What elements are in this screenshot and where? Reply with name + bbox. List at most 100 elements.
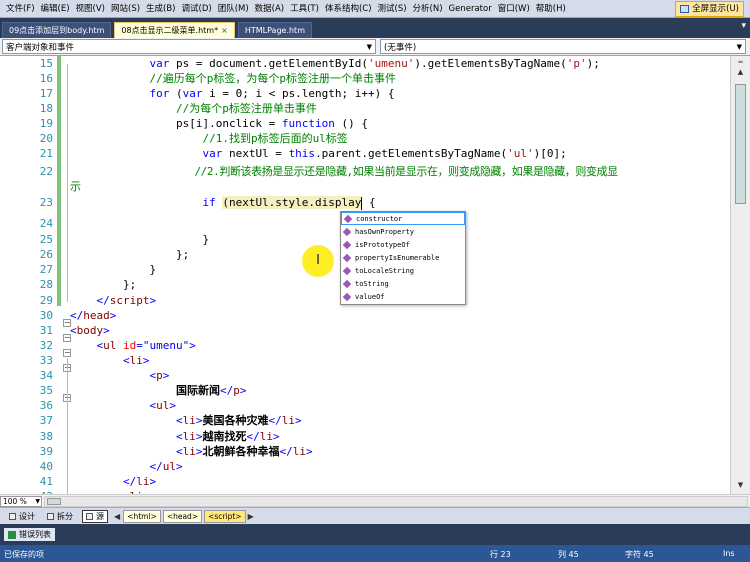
split-icon — [47, 512, 54, 520]
menu-edit[interactable]: 编辑(E) — [38, 0, 73, 18]
property-icon — [342, 227, 352, 236]
code-line-15: var ps = document.getElementById('umenu'… — [70, 57, 600, 70]
error-list-tab[interactable]: 错误列表 — [4, 528, 55, 541]
property-icon — [342, 266, 352, 275]
code-line-29: </script> — [70, 294, 157, 307]
completion-item-constructor[interactable]: constructor — [341, 212, 465, 225]
menu-test[interactable]: 测试(S) — [375, 0, 410, 18]
line-number: 18 — [39, 102, 53, 115]
mouse-cursor-highlight: I — [302, 245, 334, 277]
events-dropdown[interactable]: (无事件) ▼ — [380, 39, 746, 54]
tab-label: HTMLPage.htm — [244, 26, 305, 35]
code-line-23: if (nextUl.style.display { — [70, 196, 376, 210]
menu-data[interactable]: 数据(A) — [252, 0, 287, 18]
code-line-22: //2.判断该表扬是显示还是隐藏,如果当前是显示在，则变成隐藏，如果是隐藏，则变… — [70, 165, 618, 178]
crumb-prev-icon[interactable]: ◀ — [114, 512, 120, 521]
property-icon — [343, 214, 353, 223]
completion-item-hasownproperty[interactable]: hasOwnProperty — [341, 225, 465, 238]
completion-item-tolocalestring[interactable]: toLocaleString — [341, 264, 465, 277]
scroll-down-icon[interactable]: ▼ — [734, 481, 747, 492]
menu-debug[interactable]: 调试(D) — [179, 0, 215, 18]
error-list-icon — [8, 530, 16, 539]
menu-view[interactable]: 视图(V) — [73, 0, 108, 18]
menu-team[interactable]: 团队(M) — [215, 0, 252, 18]
close-icon[interactable]: × — [221, 26, 228, 35]
menu-bar: 文件(F) 编辑(E) 视图(V) 网站(S) 生成(B) 调试(D) 团队(M… — [0, 0, 750, 18]
tab-label: 09点击添加层到body.htm — [9, 26, 105, 35]
tab-08-active[interactable]: 08点击显示二级菜单.htm* × — [114, 22, 235, 38]
horizontal-scrollbar[interactable] — [44, 495, 748, 507]
line-number: 34 — [39, 369, 53, 382]
horizontal-scroll-area: 100 % ▼ — [0, 494, 750, 507]
menu-tools[interactable]: 工具(T) — [287, 0, 322, 18]
chevron-down-icon: ▼ — [736, 42, 742, 51]
line-number: 40 — [39, 460, 53, 473]
code-line-41: </li> — [70, 475, 157, 488]
code-line-16: //遍历每个p标签，为每个p标签注册一个单击事件 — [70, 72, 396, 85]
completion-item-propertyisenumerable[interactable]: propertyIsEnumerable — [341, 251, 465, 264]
fullscreen-button[interactable]: 全屏显示(U) — [675, 0, 744, 17]
client-objects-value: 客户端对象和事件 — [6, 42, 75, 53]
split-view-button[interactable]: 拆分 — [44, 511, 76, 522]
completion-item-valueof[interactable]: valueOf — [341, 290, 465, 303]
line-number: 19 — [39, 117, 53, 130]
intellisense-popup[interactable]: constructor hasOwnProperty isPrototypeOf… — [340, 211, 466, 305]
code-line-39: <li>北朝鲜各种幸福</li> — [70, 445, 313, 458]
code-line-27: } — [70, 263, 157, 276]
menu-window[interactable]: 窗口(W) — [495, 0, 533, 18]
property-icon — [342, 240, 352, 249]
property-icon — [342, 279, 352, 288]
line-number: 36 — [39, 399, 53, 412]
menu-file[interactable]: 文件(F) — [3, 0, 38, 18]
line-number: 39 — [39, 445, 53, 458]
source-view-button[interactable]: 源 — [82, 509, 108, 523]
design-view-button[interactable]: 设计 — [6, 511, 38, 522]
line-number: 22 — [39, 165, 53, 178]
zoom-select[interactable]: 100 % ▼ — [0, 495, 42, 507]
code-line-38: <li>越南找死</li> — [70, 430, 280, 443]
code-line-20: //1.找到p标签后面的ul标签 — [70, 132, 348, 145]
completion-item-tostring[interactable]: toString — [341, 277, 465, 290]
crumb-script[interactable]: <script> — [204, 509, 246, 523]
crumb-head[interactable]: <head> — [162, 509, 203, 523]
code-line-18: //为每个p标签注册单击事件 — [70, 102, 317, 115]
code-line-37: <li>美国各种灾难</li> — [70, 414, 302, 427]
events-value: (无事件) — [384, 42, 417, 53]
status-insert-mode: Ins — [723, 549, 735, 558]
completion-item-isprototypeof[interactable]: isPrototypeOf — [341, 238, 465, 251]
scroll-up-icon[interactable]: ▲ — [734, 68, 747, 79]
vertical-scrollbar[interactable]: ═ ▲ ▼ — [730, 56, 750, 494]
tab-htmlpage[interactable]: HTMLPage.htm — [237, 22, 312, 38]
line-number: 25 — [39, 233, 53, 246]
view-switch-bar: 设计 拆分 源 ◀ <html> <head> <script> ▶ — [0, 507, 750, 524]
line-number: 21 — [39, 147, 53, 160]
fold-guide — [67, 358, 68, 494]
scroll-thumb[interactable] — [735, 84, 746, 204]
line-number: 26 — [39, 248, 53, 261]
design-icon — [9, 512, 16, 520]
menu-analyze[interactable]: 分析(N) — [410, 0, 446, 18]
menu-help[interactable]: 帮助(H) — [533, 0, 569, 18]
source-icon — [86, 512, 93, 520]
navigation-bar: 客户端对象和事件 ▼ (无事件) ▼ — [0, 38, 750, 56]
crumb-next-icon[interactable]: ▶ — [248, 512, 254, 521]
line-number: 17 — [39, 87, 53, 100]
menu-generator[interactable]: Generator — [446, 0, 495, 18]
changed-lines-marker — [57, 56, 61, 306]
tool-window-bar: 错误列表 — [0, 524, 750, 545]
line-number: 37 — [39, 414, 53, 427]
code-line-32: <ul id="umenu"> — [70, 339, 196, 352]
horizontal-scroll-thumb[interactable] — [47, 497, 61, 505]
line-number: 35 — [39, 384, 53, 397]
client-objects-dropdown[interactable]: 客户端对象和事件 ▼ — [2, 39, 376, 54]
line-number: 16 — [39, 72, 53, 85]
menu-build[interactable]: 生成(B) — [143, 0, 178, 18]
menu-architecture[interactable]: 体系结构(C) — [322, 0, 375, 18]
tab-label: 08点击显示二级菜单.htm* — [121, 26, 219, 35]
menu-website[interactable]: 网站(S) — [108, 0, 143, 18]
tab-09[interactable]: 09点击添加层到body.htm — [2, 22, 112, 38]
tab-list-dropdown-icon[interactable]: ▾ — [741, 21, 746, 31]
status-row: 行 23 — [490, 550, 511, 559]
crumb-html[interactable]: <html> — [123, 509, 161, 523]
line-number: 29 — [39, 294, 53, 307]
